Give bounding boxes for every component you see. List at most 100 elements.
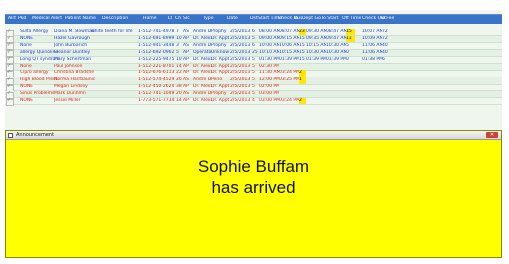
column-header[interactable]: Home [143,16,157,21]
column-header[interactable]: Type [203,16,214,21]
cell-home: 1-512-941-3448 [138,42,175,48]
column-header[interactable]: Ch [175,16,181,21]
cell-slc: Andre D. [193,42,212,48]
cell-type: Dr. Appts [211,70,229,76]
cell-lt: 20 [176,91,182,97]
cell-date: 2/5/2013 [230,29,251,34]
column-header[interactable]: To Start [321,16,339,21]
cell-ch: AS [183,42,189,48]
cell-start: 01:30 PM [259,56,279,62]
cell-name: Jessie Miller [54,98,81,103]
cell-name: Paul Johnson [54,63,83,69]
announcement-title: Announcement [16,132,55,138]
cell-dst: 5 [252,35,255,41]
cell-home: 1-512-225-9475 [138,56,175,62]
cell-home: 1-512-741-1049 [138,91,175,97]
cell-off: 11:06 AM [362,42,382,48]
cell-type: Dr. Appts [211,98,229,103]
column-header[interactable]: Medical Alert [32,16,62,21]
cell-slc: Andre D. [193,29,212,34]
cell-home: 1-512-221-8701 [138,63,175,69]
cell-off: 11:06 AM [362,49,382,55]
cell-lt: 14 [176,98,182,103]
column-header[interactable]: Dept Go [302,16,321,21]
cell-start: 02:30 PM [259,63,279,69]
cell-badge: 11 [346,35,355,43]
close-icon[interactable]: ✕ [486,132,498,138]
cell-bus: 2 [299,98,306,105]
cell-name: Norma Harrbaunic [54,77,96,83]
cell-badge: 0 [346,56,349,62]
cell-deptgo: 09:30 AM [306,29,326,34]
cell-lt: 7 [176,29,179,34]
cell-slc: Andre D. [193,91,212,97]
cell-bus: 15 [299,49,305,55]
announcement-line-1: Sophie Buffam [197,157,310,176]
cell-ch: AS [183,77,189,83]
cell-type: Prophy [211,29,227,34]
cell-deptgo: 01:39 PM [306,56,326,62]
column-header[interactable]: To Fee [380,16,394,21]
cell-lt: 3 [176,42,179,48]
column-header[interactable]: Dst [250,16,258,21]
cell-home: 1-512-450-2624 [138,84,175,90]
column-header[interactable]: Alrt [8,16,16,21]
column-header[interactable]: Description [102,16,128,21]
column-header[interactable]: Off Time [342,16,361,21]
column-header[interactable]: Patient Name [65,16,96,21]
cell-home: 1-512-574-4529 [138,77,175,83]
column-header[interactable]: Pkd [18,16,26,21]
cell-tostart: 10:30 AM [326,49,346,55]
cell-slc: Dr. Alexa [193,70,212,76]
cell-checkin: 03:24 PM [279,70,299,76]
cell-slc: Dr. Alexa [193,84,212,90]
cell-dst: 4 [252,98,255,103]
cell-bus: 2 [299,70,306,77]
cell-badge: 15 [346,29,355,36]
cell-ch: AP [183,84,189,90]
cell-bus: 15 [299,42,305,48]
cell-ch: AP [183,35,189,41]
cell-date: 2/5/2013 [230,35,251,41]
cell-tostart: 01:39 PM [326,56,346,62]
cell-date: 2/5/2013 [230,91,251,97]
checkmark-icon: ✓ [7,98,11,103]
cell-dst: 5 [252,91,255,97]
column-header[interactable]: Date [227,16,238,21]
cell-checkin: 03:25 PM [279,77,299,83]
cell-start: 11:30 AM [259,70,279,76]
cell-off: 10:09 AM [362,35,382,41]
cell-date: 2/5/2013 [230,56,251,62]
cell-tostart: 09:47 AM [326,35,346,41]
cell-dst: 5 [252,56,255,62]
cell-type: Prophy [211,42,227,48]
cell-ch: AP [183,70,189,76]
cell-slc: Dr. Alexa [193,63,212,69]
checkmark-icon: ✓ [7,63,11,69]
cell-checkin: 09:15 AM [279,35,299,41]
cell-ch: AP [183,63,189,69]
cell-type: Unknown [211,49,229,55]
cell-dst: 5 [252,70,255,76]
table-row[interactable]: ✓ NONE Jessie Miller 1-773-571-7734 14 AP Dr. … [5,98,502,106]
cell-dst: 25 [252,49,258,55]
announcement-titlebar[interactable]: Announcement ✕ [6,131,501,140]
cell-out: 40 [382,49,388,55]
cell-dst: 6 [252,29,255,34]
cell-type: Dr. Appts [211,84,229,90]
cell-ch: AP [183,56,189,62]
cell-bus: 23 [299,29,306,36]
cell-lt: 38 [176,84,182,90]
cell-ch: AS [183,91,189,97]
cell-date: 2/5/2013 [230,63,251,69]
cell-date: 2/5/2013 [230,42,251,48]
cell-out: 6 [382,56,385,62]
cell-name: Eleanor Duntley [54,49,91,55]
cell-tostart: 10:30 AM [326,42,346,48]
cell-name: Mark Dunhmn [54,91,86,97]
column-header[interactable]: Lt [168,16,172,21]
cell-slc: Andre D. [193,77,212,83]
cell-bus: 1 [299,77,306,84]
cell-checkin: 10:06 AM [279,42,299,48]
column-header[interactable]: Slc [183,16,190,21]
